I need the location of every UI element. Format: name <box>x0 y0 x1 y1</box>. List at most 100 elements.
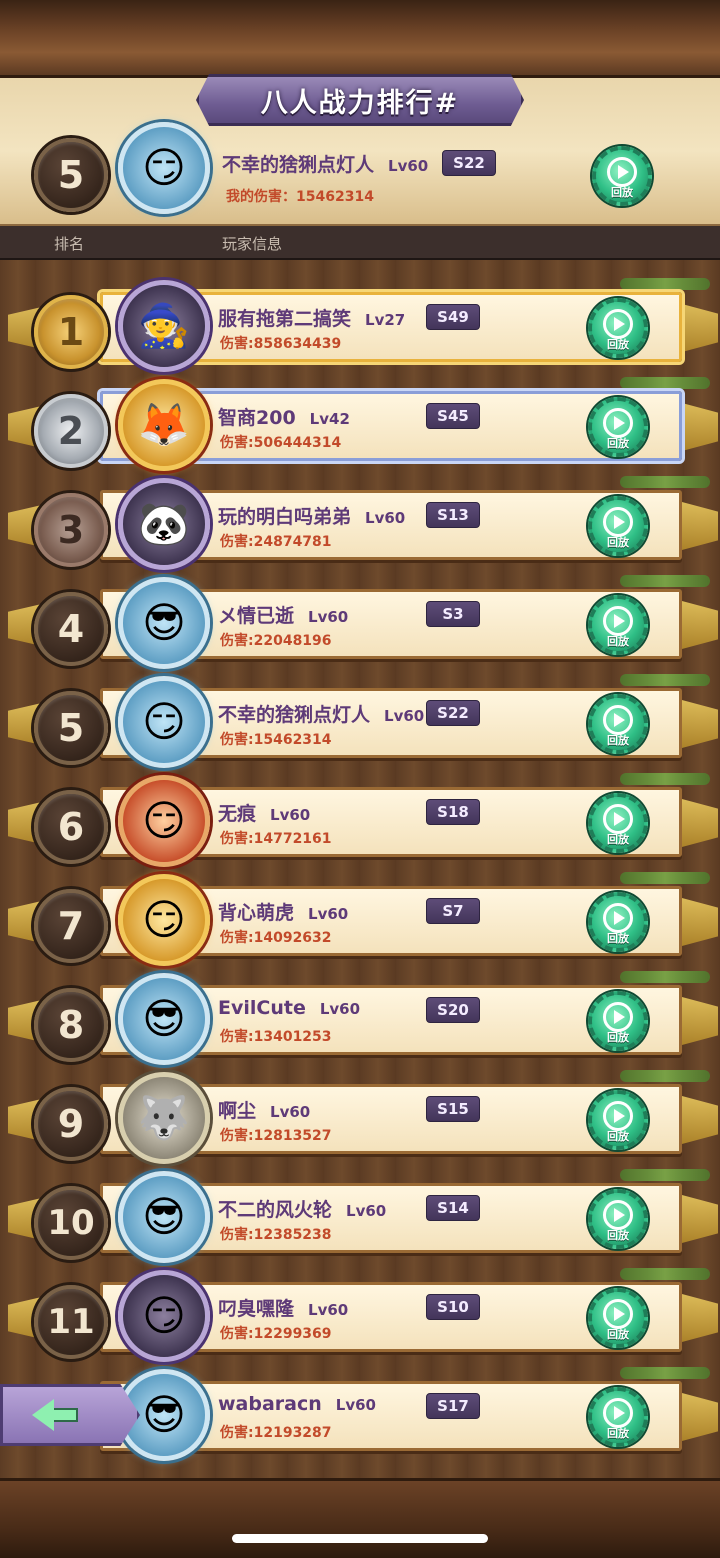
hero-avatar-icon: 🦊 <box>137 400 191 449</box>
rank-number: 8 <box>57 1003 85 1047</box>
ranking-list[interactable]: 1 🧙 服有拖第二搞笑 Lv27 S49 伤害:858634439 回放 2 🦊… <box>0 260 720 1478</box>
replay-button[interactable]: 回放 <box>588 1387 648 1447</box>
player-level: Lv60 <box>384 707 425 725</box>
replay-button[interactable]: 回放 <box>588 496 648 556</box>
player-avatar[interactable]: 😏 <box>118 775 210 867</box>
table-row: 6 😏 无痕 Lv60 S18 伤害:14772161 回放 <box>0 769 720 868</box>
play-icon <box>603 903 633 933</box>
banner-right-decoration <box>682 403 718 451</box>
play-icon <box>603 804 633 834</box>
player-avatar[interactable]: 🦊 <box>118 379 210 471</box>
replay-button[interactable]: 回放 <box>588 595 648 655</box>
vine-decoration <box>620 773 710 785</box>
rank-number: 9 <box>57 1102 85 1146</box>
hero-avatar-icon: 😏 <box>142 697 186 746</box>
player-level: Lv60 <box>270 806 311 824</box>
table-row: 3 🐼 玩的明白吗弟弟 Lv60 S13 伤害:24874781 回放 <box>0 472 720 571</box>
hero-avatar-icon: 🐺 <box>137 1093 191 1142</box>
name-line: 无痕 Lv60 <box>218 799 310 826</box>
server-badge: S45 <box>426 403 480 429</box>
back-button[interactable] <box>0 1384 140 1446</box>
play-icon <box>603 1002 633 1032</box>
replay-button[interactable]: 回放 <box>588 892 648 952</box>
rank-number: 11 <box>47 1302 95 1342</box>
player-avatar[interactable]: 😎 <box>118 577 210 669</box>
replay-button[interactable]: 回放 <box>588 694 648 754</box>
damage-value: 伤害:858634439 <box>220 336 342 352</box>
player-level: Lv60 <box>365 509 406 527</box>
play-icon <box>603 507 633 537</box>
damage-value: 伤害:506444314 <box>220 435 342 451</box>
banner-right-decoration <box>682 1096 718 1144</box>
replay-button[interactable]: 回放 <box>588 1090 648 1150</box>
name-line: 背心萌虎 Lv60 <box>218 898 348 925</box>
banner-right-decoration <box>682 304 718 352</box>
banner-right-decoration <box>682 898 718 946</box>
name-line: 智商200 Lv42 <box>218 403 350 430</box>
player-name: 叼臭嘿隆 <box>218 1298 295 1320</box>
player-avatar[interactable]: 🧙 <box>118 280 210 372</box>
name-line: 叼臭嘿隆 Lv60 <box>218 1294 348 1321</box>
play-icon <box>603 408 633 438</box>
player-name: 不二的风火轮 <box>218 1199 333 1221</box>
player-avatar[interactable]: 😎 <box>118 1171 210 1263</box>
rank-badge: 8 <box>34 988 108 1062</box>
rank-number: 10 <box>47 1203 95 1243</box>
replay-button[interactable]: 回放 <box>588 793 648 853</box>
column-rank: 排名 <box>54 235 85 253</box>
rank-badge: 9 <box>34 1087 108 1161</box>
replay-button[interactable]: 回放 <box>588 1288 648 1348</box>
replay-label: 回放 <box>607 635 629 648</box>
column-header: 排名 玩家信息 <box>0 226 720 260</box>
banner-right-decoration <box>682 1195 718 1243</box>
player-name: 服有拖第二搞笑 <box>218 308 352 330</box>
table-row: 1 🧙 服有拖第二搞笑 Lv27 S49 伤害:858634439 回放 <box>0 274 720 373</box>
replay-label: 回放 <box>607 536 629 549</box>
player-avatar[interactable]: 😏 <box>118 874 210 966</box>
my-avatar[interactable]: 😏 <box>118 122 210 214</box>
server-badge: S20 <box>426 997 480 1023</box>
replay-button[interactable]: 回放 <box>588 1189 648 1249</box>
my-server-badge: S22 <box>442 150 496 176</box>
player-name: 智商200 <box>218 407 296 429</box>
my-replay-button[interactable]: 回放 <box>592 146 652 206</box>
player-name: 啊尘 <box>218 1100 257 1122</box>
table-row: 2 🦊 智商200 Lv42 S45 伤害:506444314 回放 <box>0 373 720 472</box>
banner-right-decoration <box>682 1393 718 1441</box>
rank-badge: 4 <box>34 592 108 666</box>
name-line: 玩的明白吗弟弟 Lv60 <box>218 502 405 529</box>
back-arrow-tail <box>52 1408 78 1422</box>
title-banner: 八人战力排行# <box>196 74 524 126</box>
replay-button[interactable]: 回放 <box>588 991 648 1051</box>
vine-decoration <box>620 278 710 290</box>
player-avatar[interactable]: 🐺 <box>118 1072 210 1164</box>
player-name: EvilCute <box>218 997 306 1019</box>
player-level: Lv60 <box>319 1000 361 1018</box>
banner-right-decoration <box>682 997 718 1045</box>
player-name: 不幸的猞猁点灯人 <box>218 704 371 726</box>
play-icon <box>603 1200 633 1230</box>
rank-badge: 10 <box>34 1186 108 1260</box>
replay-button[interactable]: 回放 <box>588 397 648 457</box>
hero-avatar-icon: 😎 <box>142 1390 186 1439</box>
my-name-line: 不幸的猞猁点灯人 Lv60 <box>222 150 428 177</box>
player-avatar[interactable]: 😏 <box>118 1270 210 1362</box>
damage-value: 伤害:13401253 <box>220 1029 332 1045</box>
player-avatar[interactable]: 😎 <box>118 973 210 1065</box>
damage-value: 伤害:12193287 <box>220 1425 332 1441</box>
player-avatar[interactable]: 🐼 <box>118 478 210 570</box>
vine-decoration <box>620 1169 710 1181</box>
player-avatar[interactable]: 😏 <box>118 676 210 768</box>
banner-right-decoration <box>682 601 718 649</box>
replay-button[interactable]: 回放 <box>588 298 648 358</box>
home-indicator[interactable] <box>232 1534 488 1543</box>
damage-value: 伤害:12385238 <box>220 1227 332 1243</box>
player-level: Lv60 <box>308 905 349 923</box>
play-icon <box>603 1101 633 1131</box>
server-badge: S7 <box>426 898 480 924</box>
hero-avatar-icon: 😏 <box>142 1291 186 1340</box>
play-icon <box>603 705 633 735</box>
vine-decoration <box>620 1367 710 1379</box>
replay-label: 回放 <box>607 1229 629 1242</box>
table-row: 7 😏 背心萌虎 Lv60 S7 伤害:14092632 回放 <box>0 868 720 967</box>
